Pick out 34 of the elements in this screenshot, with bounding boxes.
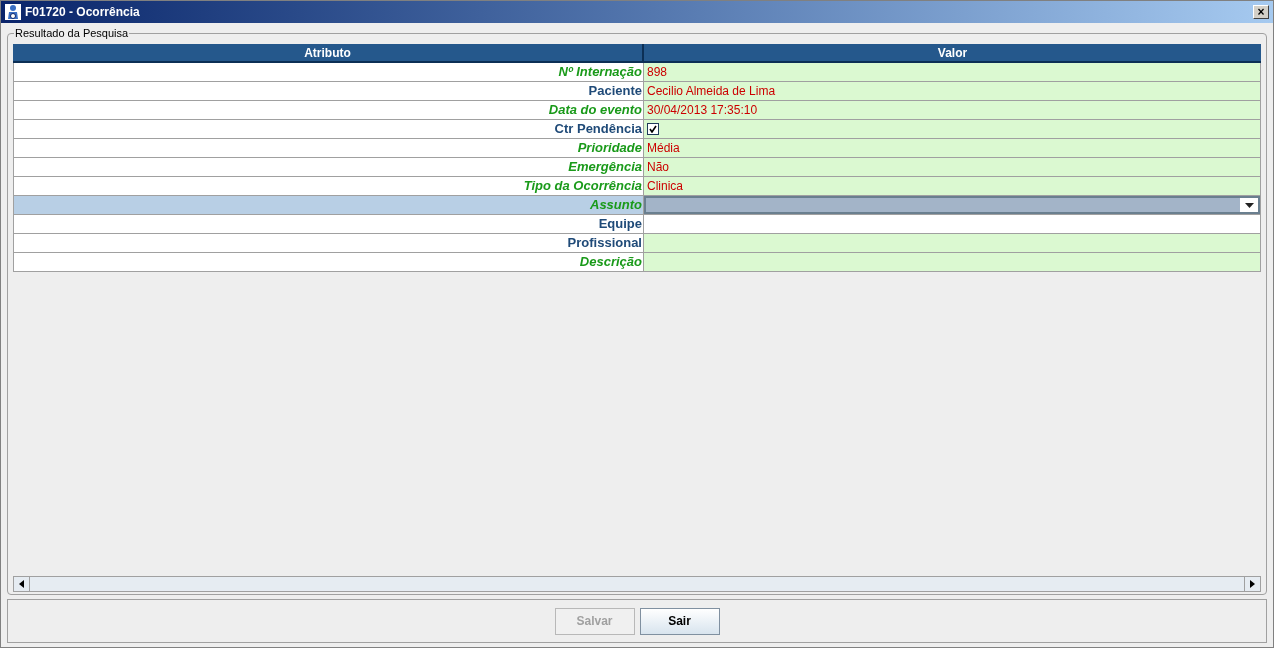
- attribute-cell: Prioridade: [13, 139, 644, 157]
- close-button[interactable]: ×: [1253, 5, 1269, 19]
- value-cell: Média: [644, 139, 1261, 157]
- input-field[interactable]: [644, 215, 1261, 233]
- horizontal-scrollbar[interactable]: [13, 576, 1261, 592]
- checkbox[interactable]: [647, 123, 659, 135]
- dropdown-field[interactable]: [644, 196, 1260, 214]
- column-header[interactable]: Valor: [644, 44, 1261, 63]
- attribute-cell: Descrição: [13, 253, 644, 271]
- attribute-cell: Nº Internação: [13, 63, 644, 81]
- attribute-cell: Tipo da Ocorrência: [13, 177, 644, 195]
- button[interactable]: Sair: [639, 607, 720, 635]
- value-cell: Clinica: [644, 177, 1261, 195]
- value-cell: Não: [644, 158, 1261, 176]
- scroll-left-icon[interactable]: [19, 580, 24, 588]
- value-cell: 30/04/2013 17:35:10: [644, 101, 1261, 119]
- input-field[interactable]: [644, 253, 1261, 271]
- app-icon: [5, 4, 21, 20]
- attribute-cell: Paciente: [13, 82, 644, 100]
- checkmark-icon: [649, 125, 657, 133]
- value-cell: Cecilio Almeida de Lima: [644, 82, 1261, 100]
- column-header[interactable]: Atributo: [13, 44, 644, 63]
- input-field[interactable]: [644, 234, 1261, 252]
- dropdown-arrow-icon[interactable]: [1244, 202, 1254, 208]
- attribute-cell: Assunto: [13, 196, 644, 214]
- scroll-right-icon[interactable]: [1250, 580, 1255, 588]
- attribute-cell: Profissional: [13, 234, 644, 252]
- attribute-cell: Data do evento: [13, 101, 644, 119]
- attribute-cell: Emergência: [13, 158, 644, 176]
- group-title: Resultado da Pesquisa: [14, 26, 130, 40]
- window-title: F01720 - Ocorrência: [25, 4, 140, 21]
- value-cell: 898: [644, 63, 1261, 81]
- attribute-cell: Ctr Pendência: [13, 120, 644, 138]
- attribute-cell: Equipe: [13, 215, 644, 233]
